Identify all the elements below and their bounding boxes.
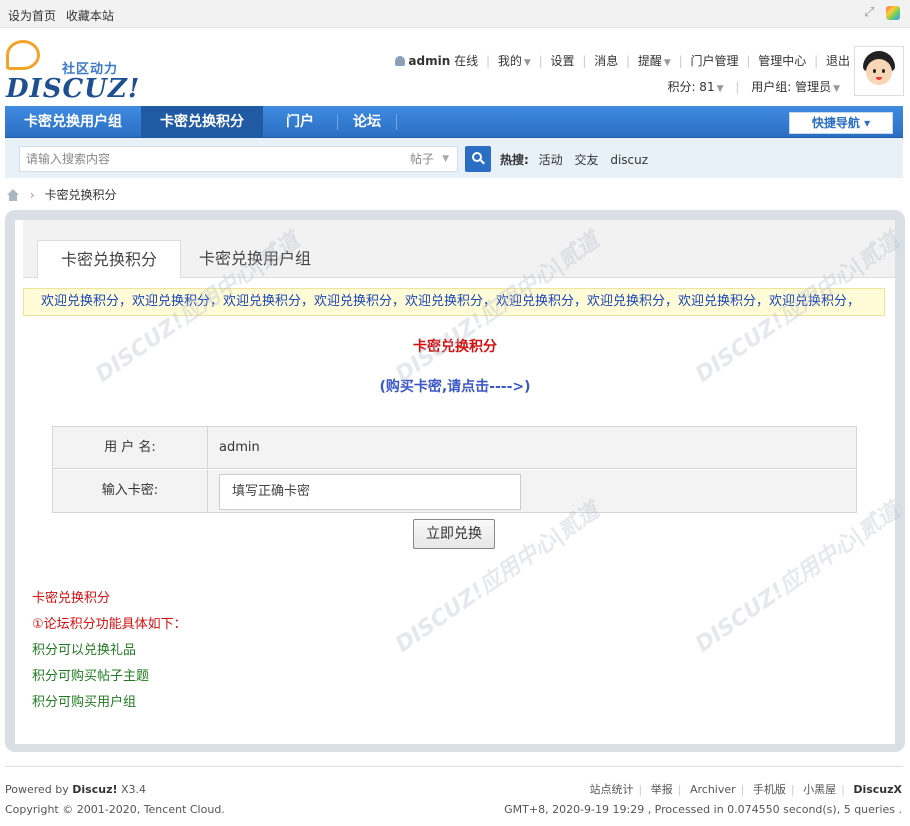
avatar[interactable] xyxy=(854,46,904,96)
hot-term[interactable]: 活动 xyxy=(539,153,563,167)
footer-link-report[interactable]: 举报 xyxy=(651,783,673,796)
set-home-link[interactable]: 设为首页 xyxy=(8,9,56,23)
card-code-input[interactable]: 填写正确卡密 xyxy=(219,474,521,510)
hot-term[interactable]: 交友 xyxy=(574,153,598,167)
main-panel: 卡密兑换积分 卡密兑换用户组 欢迎兑换积分，欢迎兑换积分，欢迎兑换积分，欢迎兑换… xyxy=(5,210,905,752)
user-icon xyxy=(395,56,406,66)
nav-item-portal[interactable]: 门户 xyxy=(263,106,337,138)
footer-link-mobile[interactable]: 手机版 xyxy=(753,783,786,796)
copyright: Copyright © 2001-2020, Tencent Cloud. xyxy=(5,803,225,816)
breadcrumb: › 卡密兑换积分 xyxy=(6,186,116,203)
online-status: 在线 xyxy=(454,54,479,68)
footer-brand[interactable]: DiscuzX xyxy=(853,783,902,796)
portal-admin-link[interactable]: 门户管理 xyxy=(691,54,739,68)
settings-link[interactable]: 设置 xyxy=(550,54,574,68)
notes-item: 积分可购买帖子主题 xyxy=(32,669,150,684)
home-icon[interactable] xyxy=(6,189,20,201)
search-type-select[interactable]: 帖子 ▼ xyxy=(402,146,458,172)
fullscreen-icon[interactable]: ⤢ xyxy=(864,6,878,20)
logo-bulb-icon xyxy=(6,40,40,70)
tab-card-credits[interactable]: 卡密兑换积分 xyxy=(37,240,181,279)
notes-intro: ①论坛积分功能具体如下： xyxy=(32,617,187,632)
welcome-marquee: 欢迎兑换积分，欢迎兑换积分，欢迎兑换积分，欢迎兑换积分，欢迎兑换积分，欢迎兑换积… xyxy=(23,288,885,316)
messages-link[interactable]: 消息 xyxy=(594,54,618,68)
quick-nav-button[interactable]: 快捷导航 ▾ xyxy=(789,112,893,134)
theme-color-icon[interactable] xyxy=(886,6,900,20)
user-bar: admin 在线 | 我的 ▼ | 设置 | 消息 | 提醒 ▼ | 门户管理 | … xyxy=(395,52,850,69)
footer-left: Powered by Discuz! X3.4 Copyright © 2001… xyxy=(5,780,225,820)
reminders-menu[interactable]: 提醒 ▼ xyxy=(638,54,671,68)
username-label: 用 户 名: xyxy=(53,427,208,468)
search-input[interactable]: 请输入搜索内容 xyxy=(19,146,403,172)
page-title: 卡密兑换积分 xyxy=(413,339,497,355)
search-bar: 请输入搜索内容 帖子 ▼ 热搜: 活动 交友 discuz xyxy=(5,138,903,178)
header: 社区动力 DISCUZ! admin 在线 | 我的 ▼ | 设置 | 消息 | … xyxy=(0,28,910,106)
footer-links: 站点统计 | 举报 | Archiver | 手机版 | 小黑屋 | DiscuzX xyxy=(589,783,902,796)
notes-item: 积分可以兑换礼品 xyxy=(32,643,137,658)
footer-link-stats[interactable]: 站点统计 xyxy=(590,783,634,796)
my-menu[interactable]: 我的 ▼ xyxy=(498,54,531,68)
username-row: 用 户 名: admin xyxy=(53,427,856,469)
footer-status: GMT+8, 2020-9-19 19:29 , Processed in 0.… xyxy=(504,803,902,816)
username-link[interactable]: admin xyxy=(408,54,450,68)
exchange-submit-button[interactable]: 立即兑换 xyxy=(413,519,495,549)
powered-by: Powered by Discuz! X3.4 xyxy=(5,783,147,796)
breadcrumb-current: 卡密兑换积分 xyxy=(44,188,117,202)
top-links: 设为首页 收藏本站 xyxy=(8,7,120,24)
main-content: 卡密兑换积分 卡密兑换用户组 欢迎兑换积分，欢迎兑换积分，欢迎兑换积分，欢迎兑换… xyxy=(15,220,895,744)
logout-link[interactable]: 退出 xyxy=(826,54,850,68)
site-logo[interactable]: 社区动力 DISCUZ! xyxy=(6,40,139,104)
username-value: admin xyxy=(208,427,856,468)
user-stats: 积分: 81 ▼ | 用户组: 管理员 ▼ xyxy=(667,80,840,94)
tab-strip: 卡密兑换积分 卡密兑换用户组 xyxy=(23,220,895,279)
hot-search-label: 热搜: xyxy=(500,153,529,167)
footer-link-archiver[interactable]: Archiver xyxy=(690,783,736,796)
search-button[interactable] xyxy=(465,146,491,172)
notes: 卡密兑换积分 ①论坛积分功能具体如下： 积分可以兑换礼品 积分可购买帖子主题 积… xyxy=(32,586,187,716)
admin-center-link[interactable]: 管理中心 xyxy=(758,54,806,68)
hot-search: 热搜: 活动 交友 discuz xyxy=(500,151,656,168)
hot-term[interactable]: discuz xyxy=(610,153,648,167)
exchange-form: 用 户 名: admin 输入卡密: 填写正确卡密 xyxy=(52,426,857,513)
main-nav: 卡密兑换用户组 卡密兑换积分 门户 论坛 快捷导航 ▾ xyxy=(5,106,903,138)
nav-item-forum[interactable]: 论坛 xyxy=(338,106,396,138)
footer-divider xyxy=(5,766,903,767)
bookmark-link[interactable]: 收藏本站 xyxy=(66,9,114,23)
user-group-menu[interactable]: 用户组: 管理员 ▼ xyxy=(751,80,840,94)
notes-title: 卡密兑换积分 xyxy=(32,591,111,606)
buy-card-link[interactable]: (购买卡密,请点击---->) xyxy=(15,376,895,396)
credits-menu[interactable]: 积分: 81 ▼ xyxy=(667,80,723,94)
footer-link-blackroom[interactable]: 小黑屋 xyxy=(803,783,836,796)
top-icons: ⤢ xyxy=(864,6,900,20)
nav-item-card-credits[interactable]: 卡密兑换积分 xyxy=(141,106,263,138)
card-label: 输入卡密: xyxy=(53,470,208,512)
logo-en-text: DISCUZ! xyxy=(6,74,141,104)
top-bar: 设为首页 收藏本站 ⤢ xyxy=(0,0,910,28)
nav-item-card-usergroup[interactable]: 卡密兑换用户组 xyxy=(5,106,141,138)
avatar-image xyxy=(857,49,901,93)
tab-card-usergroup[interactable]: 卡密兑换用户组 xyxy=(199,240,339,278)
notes-item: 积分可购买用户组 xyxy=(32,695,137,710)
footer-right: 站点统计 | 举报 | Archiver | 手机版 | 小黑屋 | DiscuzX GM… xyxy=(504,780,902,820)
discuz-link[interactable]: Discuz! xyxy=(72,783,117,796)
